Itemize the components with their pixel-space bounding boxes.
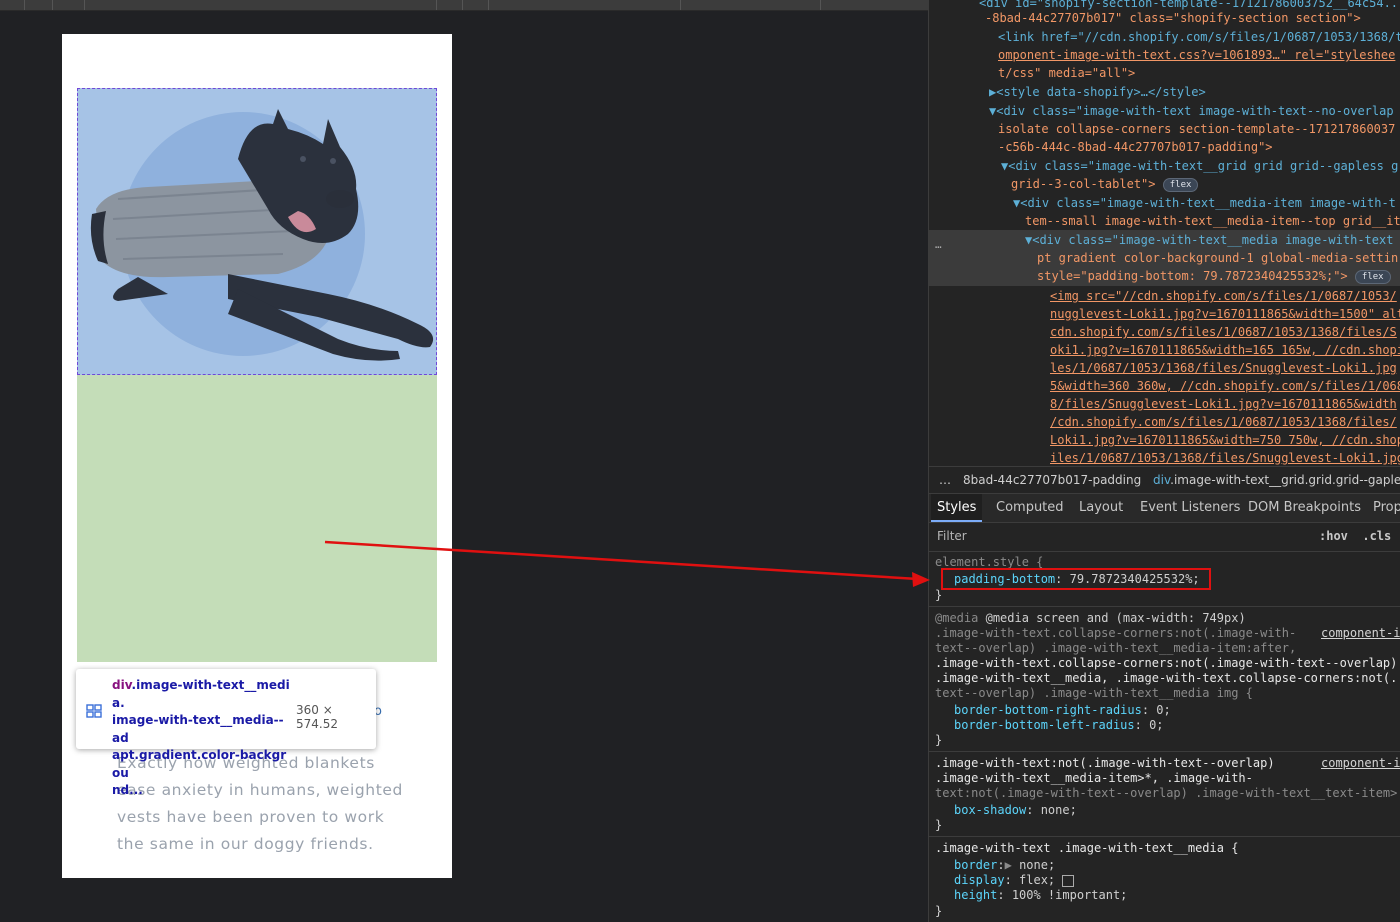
node-menu-dots[interactable]: … [935, 236, 942, 254]
tab-properties[interactable]: Prop [1373, 494, 1400, 522]
styles-filter-row: Filter :hov .cls [929, 523, 1400, 552]
tab-computed[interactable]: Computed [996, 494, 1064, 522]
dom-line[interactable]: les/1/0687/1053/1368/files/Snugglevest-L… [1050, 359, 1397, 377]
body-text-line: vests have been proven to work [117, 808, 385, 826]
rule-selector: .image-with-text.collapse-corners:not(.i… [935, 626, 1297, 640]
padding-bottom-region [77, 375, 437, 662]
dom-line[interactable]: grid--3-col-tablet"> flex [1011, 175, 1199, 193]
filter-tools: :hov .cls [1319, 529, 1391, 543]
dom-line[interactable]: 8/files/Snugglevest-Loki1.jpg?v=16701118… [1050, 395, 1397, 413]
dom-line[interactable]: nugglevest-Loki1.jpg?v=1670111865&width=… [1050, 305, 1400, 323]
dom-line[interactable]: cdn.shopify.com/s/files/1/0687/1053/1368… [1050, 323, 1397, 341]
filter-input[interactable]: Filter [937, 529, 967, 543]
style-declaration[interactable]: border-bottom-right-radius: 0; [954, 703, 1171, 718]
dom-line[interactable]: isolate collapse-corners section-templat… [998, 120, 1395, 138]
rule-close: } [935, 588, 943, 602]
dom-line[interactable]: /cdn.shopify.com/s/files/1/0687/1053/136… [1050, 413, 1397, 431]
class-toggle[interactable]: .cls [1362, 529, 1391, 543]
styles-pane[interactable]: element.style { padding-bottom: 79.78723… [929, 552, 1400, 922]
rule-divider [929, 751, 1400, 752]
rule-divider [929, 606, 1400, 607]
dom-line[interactable]: <link href="//cdn.shopify.com/s/files/1/… [998, 28, 1400, 46]
rule-close: } [935, 904, 943, 918]
flex-badge[interactable]: flex [1354, 269, 1391, 284]
dom-line[interactable]: tem--small image-with-text__media-item--… [1025, 212, 1400, 230]
dom-line-selected[interactable]: style="padding-bottom: 79.7872340425532%… [1037, 267, 1391, 285]
image-with-text-media[interactable] [77, 88, 437, 662]
style-declaration[interactable]: border-bottom-left-radius: 0; [954, 718, 1164, 733]
tab-layout[interactable]: Layout [1079, 494, 1123, 522]
dom-line[interactable]: ▼<div class="image-with-text__grid grid … [1001, 157, 1398, 175]
breadcrumb-item[interactable]: div.image-with-text__grid.grid.grid--gap… [1153, 467, 1400, 493]
rule-selector: .image-with-text .image-with-text__media… [935, 841, 1239, 855]
flex-badge[interactable]: flex [1162, 177, 1199, 192]
rule-divider [929, 836, 1400, 837]
tab-event-listeners[interactable]: Event Listeners [1140, 494, 1240, 522]
rule-source-link[interactable]: component-i [1321, 626, 1400, 641]
dom-line-selected[interactable]: pt gradient color-background-1 global-me… [1037, 249, 1398, 267]
rule-selector: .image-with-text:not(.image-with-text--o… [935, 756, 1275, 770]
dom-line[interactable]: ▶<style data-shopify>…</style> [989, 83, 1206, 101]
rule-selector: .image-with-text.collapse-corners:not(.i… [935, 656, 1398, 670]
style-declaration[interactable]: height: 100% !important; [954, 888, 1127, 903]
hover-state-toggle[interactable]: :hov [1319, 529, 1348, 543]
style-declaration[interactable]: box-shadow: none; [954, 803, 1077, 818]
ruler-strip [0, 0, 928, 11]
dom-line-selected[interactable]: ▼<div class="image-with-text__media imag… [1025, 231, 1393, 249]
flexbox-editor-icon[interactable] [1062, 874, 1075, 887]
dom-line[interactable]: iles/1/0687/1053/1368/files/Snugglevest-… [1050, 449, 1400, 466]
devtools-panel: … <div id="shopify-section-template--171… [928, 0, 1400, 922]
rule-selector: .image-with-text__media-item>*, .image-w… [935, 771, 1253, 785]
tooltip-size: 360 × 574.52 [296, 703, 338, 731]
devtools-tabs: Styles Computed Layout Event Listeners D… [929, 493, 1400, 523]
grid-layout-icon [86, 703, 102, 722]
rule-source-link[interactable]: component-i [1321, 756, 1400, 771]
breadcrumb: … 8bad-44c27707b017-padding div.image-wi… [929, 466, 1400, 493]
style-declaration[interactable]: display: flex; [954, 873, 1075, 888]
dog-product-image [77, 88, 437, 375]
tab-dom-breakpoints[interactable]: DOM Breakpoints [1248, 494, 1361, 522]
style-declaration[interactable]: border:▶ none; [954, 858, 1055, 873]
dog-illustration [90, 109, 434, 361]
rule-selector: text--overlap) .image-with-text__media i… [935, 686, 1253, 700]
dom-line[interactable]: oki1.jpg?v=1670111865&width=165 165w, //… [1050, 341, 1400, 359]
dom-line[interactable]: omponent-image-with-text.css?v=1061893…"… [998, 46, 1395, 64]
media-query: @media @media screen and (max-width: 749… [935, 611, 1246, 625]
inspect-tooltip: div.image-with-text__media. image-with-t… [76, 669, 376, 797]
tab-styles[interactable]: Styles [931, 494, 983, 522]
elements-tree[interactable]: … <div id="shopify-section-template--171… [929, 0, 1400, 466]
dom-line[interactable]: <img src="//cdn.shopify.com/s/files/1/06… [1050, 287, 1397, 305]
breadcrumb-overflow[interactable]: … [939, 467, 951, 493]
rule-close: } [935, 733, 943, 747]
rule-selector: text--overlap) .image-with-text__media-i… [935, 641, 1297, 655]
dom-line[interactable]: Loki1.jpg?v=1670111865&width=750 750w, /… [1050, 431, 1400, 449]
tooltip-element-name: div.image-with-text__media. image-with-t… [112, 678, 290, 797]
dom-line[interactable]: t/css" media="all"> [998, 64, 1135, 82]
page-viewport: Exactly how weighted blankets ease anxie… [0, 0, 928, 922]
dom-line[interactable]: -8bad-44c27707b017" class="shopify-secti… [985, 9, 1361, 27]
dom-line[interactable]: -c56b-444c-8bad-44c27707b017-padding"> [998, 138, 1273, 156]
body-text-line: the same in our doggy friends. [117, 835, 374, 853]
rule-close: } [935, 818, 943, 832]
dom-line[interactable]: 5&width=360 360w, //cdn.shopify.com/s/fi… [1050, 377, 1400, 395]
breadcrumb-item[interactable]: 8bad-44c27707b017-padding [963, 467, 1141, 493]
dom-line[interactable]: ▼<div class="image-with-text image-with-… [989, 102, 1394, 120]
rule-selector: text:not(.image-with-text--overlap) .ima… [935, 786, 1398, 800]
dom-line[interactable]: ▼<div class="image-with-text__media-item… [1013, 194, 1396, 212]
rule-selector: .image-with-text__media, .image-with-tex… [935, 671, 1398, 685]
style-declaration-padding-bottom[interactable]: padding-bottom: 79.7872340425532%; [954, 572, 1200, 587]
